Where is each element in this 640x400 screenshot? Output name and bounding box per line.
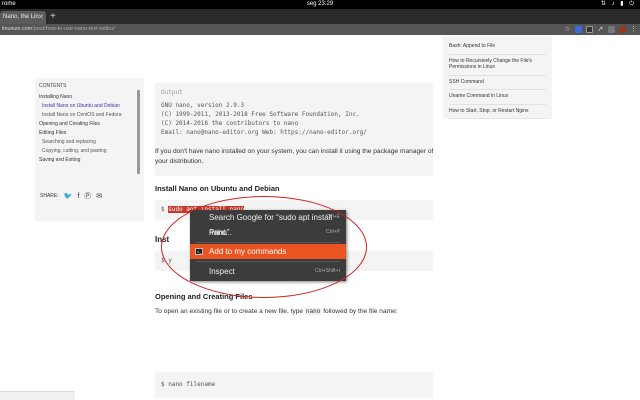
system-tray[interactable]: ⇅ ♪ ▮ ⏻ — [601, 0, 636, 9]
output-line: Email: nano@nano-editor.org Web: https:/… — [161, 129, 367, 136]
heading-install-ubuntu: Install Nano on Ubuntu and Debian — [155, 184, 280, 193]
battery-icon[interactable]: ▮ — [620, 1, 625, 7]
url-field[interactable]: linuxize.com/post/how-to-use-nano-text-e… — [2, 24, 115, 35]
context-menu-search-google[interactable]: Search Google for “sudo apt install nano… — [190, 210, 346, 237]
context-menu-print[interactable]: Print... Ctrl+P — [190, 225, 346, 240]
context-menu-item-label: Print... — [209, 228, 233, 237]
related-posts: Bash: Append to File How to Recursively C… — [443, 36, 552, 119]
related-list: Bash: Append to File How to Recursively C… — [449, 40, 546, 119]
context-menu-separator — [196, 242, 340, 243]
context-menu-item-label: Inspect — [209, 267, 235, 276]
close-tab-icon[interactable]: ✕ — [38, 11, 44, 24]
terminal-icon: >_ — [195, 248, 203, 255]
output-line: (C) 1999-2011, 2013-2018 Free Software F… — [161, 111, 360, 118]
open-paragraph-text-2: followed by the file name: — [321, 308, 398, 315]
related-post-link[interactable]: Bash: Append to File — [449, 40, 546, 55]
open-paragraph: To open an existing file or to create a … — [155, 307, 435, 317]
toc-item[interactable]: Searching and replacing — [39, 139, 140, 145]
context-menu: Search Google for “sudo apt install nano… — [190, 210, 346, 281]
share-label: SHARE: — [40, 193, 59, 199]
url-domain: linuxize.com — [2, 26, 33, 32]
new-tab-button[interactable]: + — [50, 11, 56, 23]
arrow-extension-icon[interactable]: ➚ — [597, 26, 604, 33]
share-bar: SHARE: 🐦 f Ⓟ ✉ — [40, 191, 102, 201]
heading-install-centos: Inst — [155, 235, 170, 244]
extension-gray-icon[interactable] — [608, 26, 615, 33]
toc-scrollbar[interactable] — [137, 90, 140, 174]
open-paragraph-text-1: To open an existing file or to create a … — [155, 308, 305, 315]
extension-red-icon[interactable] — [619, 26, 626, 33]
context-menu-add-to-my-commands[interactable]: >_ Add to my commands — [190, 244, 346, 259]
toc-item[interactable]: Installing Nano — [39, 94, 140, 100]
related-post-link[interactable]: Uname Command in Linux — [449, 90, 546, 105]
tab-title: Nano, the Lin — [3, 14, 39, 20]
toc-list: Installing Nano Install Nano on Ubuntu an… — [39, 94, 140, 163]
toc-title: CONTENTS — [39, 83, 67, 89]
toc-item[interactable]: Copying, cutting, and pasting — [39, 148, 140, 154]
context-menu-separator — [196, 261, 340, 262]
context-menu-shortcut: Ctrl+E — [325, 214, 340, 220]
heading-opening-files: Opening and Creating Files — [155, 292, 253, 301]
related-post-link[interactable]: SSH Command — [449, 76, 546, 90]
pinterest-icon[interactable]: Ⓟ — [84, 191, 91, 201]
output-lines: GNU nano, version 2.9.3 (C) 1999-2011, 20… — [161, 101, 427, 137]
screen: rome seg 23:29 ⇅ ♪ ▮ ⏻ Nano, the Lin ✕ +… — [0, 0, 640, 400]
context-menu-item-label: Add to my commands — [209, 247, 287, 256]
filename-command-text[interactable]: $ nano filename — [161, 381, 215, 388]
volume-icon[interactable]: ♪ — [612, 1, 617, 7]
toc-item[interactable]: Opening and Creating Files — [39, 121, 140, 127]
context-menu-shortcut: Ctrl+P — [325, 229, 340, 235]
power-icon[interactable]: ⏻ — [629, 1, 636, 7]
extension-blue-icon[interactable] — [575, 26, 582, 33]
url-path: /post/how-to-use-nano-text-editor/ — [32, 26, 115, 32]
centos-command-text[interactable]: $ y — [161, 257, 172, 264]
system-top-bar: rome seg 23:29 ⇅ ♪ ▮ ⏻ — [0, 0, 640, 9]
toc-item[interactable]: Install Nano on CentOS and Fedora — [39, 112, 140, 118]
toc-item[interactable]: Install Nano on Ubuntu and Debian — [39, 103, 140, 109]
filename-command-block: $ nano filename — [155, 372, 433, 398]
browser-menu-icon[interactable]: ⋮ — [630, 26, 637, 33]
browser-toolbar: ☆ ➚ ⋮ — [564, 24, 637, 35]
context-menu-shortcut: Ctrl+Shift+I — [314, 268, 340, 274]
output-line: (C) 2014-2018 the contributors to nano — [161, 120, 299, 127]
output-line: GNU nano, version 2.9.3 — [161, 102, 245, 109]
terminal-extension-icon[interactable] — [586, 26, 593, 33]
related-post-link[interactable]: How to Recursively Change the File's Per… — [449, 55, 546, 76]
facebook-icon[interactable]: f — [77, 193, 79, 200]
inline-code-nano: nano — [304, 308, 322, 315]
install-paragraph: If you don't have nano installed on your… — [155, 148, 434, 165]
bookmark-star-icon[interactable]: ☆ — [564, 26, 571, 33]
email-icon[interactable]: ✉ — [96, 192, 102, 200]
related-post-link[interactable]: How to Start, Stop, or Restart Nginx — [449, 105, 546, 119]
browser-tab-strip: Nano, the Lin ✕ + — [0, 9, 640, 24]
address-bar: linuxize.com/post/how-to-use-nano-text-e… — [0, 24, 640, 35]
network-icon[interactable]: ⇅ — [601, 1, 608, 7]
system-clock[interactable]: seg 23:29 — [0, 0, 640, 9]
twitter-icon[interactable]: 🐦 — [64, 192, 73, 200]
toc-item[interactable]: Saving and Exiting — [39, 157, 140, 163]
download-bar — [0, 391, 75, 400]
toc-item[interactable]: Editing Files — [39, 130, 140, 136]
context-menu-inspect[interactable]: Inspect Ctrl+Shift+I — [190, 264, 346, 279]
output-label: Output — [161, 89, 183, 96]
